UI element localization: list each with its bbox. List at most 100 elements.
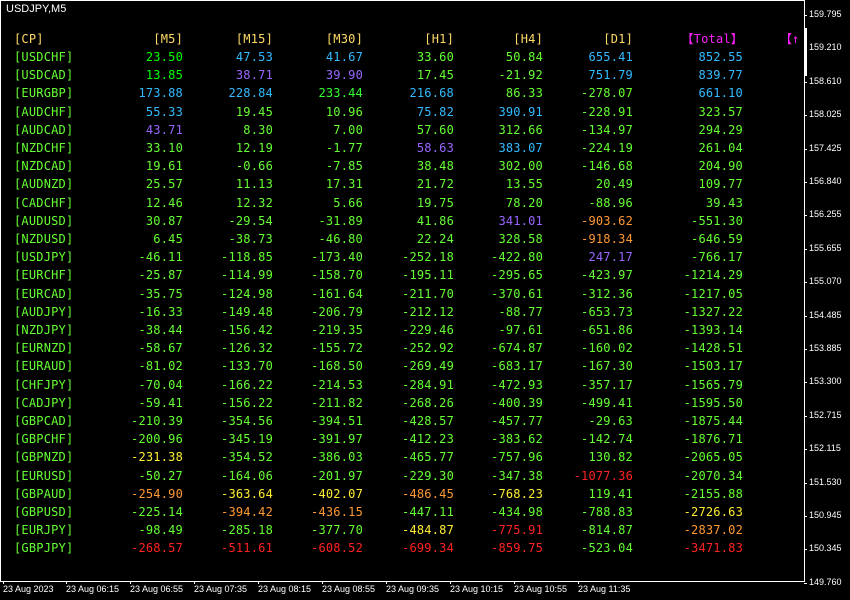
table-row: [USDCAD] 13.85 38.71 39.90 17.45 -21.92 751.79… (1, 66, 806, 84)
price-tick: 153.300 (804, 376, 842, 387)
pair-cell: [AUDJPY] (14, 304, 74, 319)
value-cell-h4: -422.80 (491, 250, 543, 265)
pair-cell: [EURGBP] (14, 86, 74, 101)
table-row: [GBPCAD] -210.39 -354.56 -394.51 -428.57 -457… (1, 412, 806, 430)
value-cell-h4: 341.01 (498, 213, 543, 228)
time-tick: 23 Aug 2023 (3, 581, 54, 594)
value-cell-h4: -775.91 (491, 523, 543, 538)
value-cell-total: -1503.17 (683, 359, 743, 374)
value-cell-h1: -211.70 (402, 286, 454, 301)
value-cell-m30: -214.53 (311, 377, 363, 392)
value-cell-m5: -35.75 (138, 286, 183, 301)
value-cell-m5: 33.10 (145, 141, 183, 155)
value-cell-h1: 17.45 (416, 68, 454, 83)
value-cell-m15: 8.30 (243, 122, 273, 137)
value-cell-m30: -46.80 (318, 232, 363, 246)
value-cell-m15: -133.70 (221, 359, 273, 374)
value-cell-m15: -126.32 (221, 341, 273, 356)
value-cell-h4: -21.92 (498, 68, 543, 83)
price-axis[interactable]: 159.795 159.210 158.610 158.025 157.425 156.8… (804, 0, 850, 587)
pair-cell: [NZDCAD] (14, 159, 74, 174)
value-cell-total: 294.29 (698, 122, 743, 137)
price-tick: 151.530 (804, 476, 842, 487)
value-cell-h1: -484.87 (402, 523, 454, 538)
value-cell-h4: 50.84 (505, 50, 543, 64)
value-cell-m15: -156.42 (221, 323, 273, 337)
value-cell-d1: 247.17 (588, 250, 633, 265)
pair-cell: [GBPUSD] (14, 505, 74, 519)
table-row: [NZDCHF] 33.10 12.19 -1.77 58.63 383.07 -224.1… (1, 139, 806, 157)
table-row: [USDCHF] 23.50 47.53 41.67 33.60 50.84 655.41 8… (1, 48, 806, 66)
table-row: [EURAUD] -81.02 -133.70 -168.50 -269.49 -683.… (1, 357, 806, 375)
header-pair: [CP] (14, 32, 44, 46)
value-cell-h1: -212.12 (402, 304, 454, 319)
table-row: [USDJPY] -46.11 -118.85 -173.40 -252.18 -422.… (1, 248, 806, 266)
value-cell-h1: 57.60 (416, 122, 454, 137)
value-cell-m30: -1.77 (325, 141, 363, 155)
value-cell-h4: 328.58 (498, 232, 543, 246)
table-row: [GBPAUD] -254.90 -363.64 -402.07 -486.45 -768… (1, 485, 806, 503)
chart-area[interactable]: USDJPY,M5 [CP] [M5] [M15] [M30] [H1] [H4… (0, 0, 805, 582)
value-cell-m5: 6.45 (153, 232, 183, 246)
price-tick: 152.715 (804, 409, 842, 420)
value-cell-total: -1217.05 (683, 286, 743, 301)
pair-cell: [CADJPY] (14, 395, 74, 410)
value-cell-m5: 23.50 (145, 50, 183, 64)
value-cell-h4: -757.96 (491, 450, 543, 465)
value-cell-m30: -158.70 (311, 268, 363, 283)
time-tick: 23 Aug 09:35 (386, 581, 440, 594)
value-cell-m15: -38.73 (228, 232, 273, 246)
table-row: [AUDNZD] 25.57 11.13 17.31 21.72 13.55 20.49 10… (1, 175, 806, 193)
value-cell-m5: 30.87 (145, 213, 183, 228)
value-cell-m15: 11.13 (235, 177, 273, 192)
pair-cell: [USDCAD] (14, 68, 74, 83)
header-m5: [M5] (153, 32, 183, 46)
pair-cell: [GBPNZD] (14, 450, 74, 465)
value-cell-h1: 38.48 (416, 159, 454, 174)
pair-cell: [EURJPY] (14, 523, 74, 538)
value-cell-m5: -210.39 (131, 414, 183, 428)
value-cell-h4: 390.91 (498, 104, 543, 119)
pair-cell: [EURAUD] (14, 359, 74, 374)
value-cell-m30: 10.96 (325, 104, 363, 119)
header-h1: [H1] (424, 32, 454, 46)
table-row: [GBPUSD] -225.14 -394.42 -436.15 -447.11 -434… (1, 503, 806, 521)
pair-cell: [AUDNZD] (14, 177, 74, 192)
value-cell-h1: -195.11 (402, 268, 454, 283)
value-cell-m15: -149.48 (221, 304, 273, 319)
value-cell-h4: -683.17 (491, 359, 543, 374)
value-cell-m30: 41.67 (325, 50, 363, 64)
time-axis[interactable]: 23 Aug 2023 23 Aug 06:15 23 Aug 06:55 23 Au… (0, 581, 805, 600)
value-cell-m15: 19.45 (235, 104, 273, 119)
price-tick: 158.025 (804, 109, 842, 120)
value-cell-m30: -436.15 (311, 505, 363, 519)
pair-cell: [USDJPY] (14, 250, 74, 265)
value-cell-m5: -25.87 (138, 268, 183, 283)
value-cell-h4: -400.39 (491, 395, 543, 410)
pair-cell: [AUDCAD] (14, 122, 74, 137)
pair-cell: [GBPAUD] (14, 486, 74, 501)
time-tick: 23 Aug 11:35 (578, 581, 631, 594)
value-cell-d1: 20.49 (595, 177, 633, 192)
value-cell-total: -766.17 (691, 250, 743, 265)
value-cell-h1: 21.72 (416, 177, 454, 192)
value-cell-h4: -768.23 (491, 486, 543, 501)
value-cell-m5: -268.57 (131, 541, 183, 556)
value-cell-h1: 75.82 (416, 104, 454, 119)
value-cell-total: -1565.79 (683, 377, 743, 392)
value-cell-m30: -394.51 (311, 414, 363, 428)
value-cell-d1: -651.86 (581, 323, 633, 337)
value-cell-total: 839.77 (698, 68, 743, 83)
value-cell-total: 261.04 (698, 141, 743, 155)
value-cell-total: -1428.51 (683, 341, 743, 356)
value-cell-d1: -88.96 (588, 195, 633, 210)
price-tick: 157.425 (804, 142, 842, 153)
value-cell-h1: -284.91 (402, 377, 454, 392)
time-tick: 23 Aug 08:55 (322, 581, 376, 594)
value-cell-d1: -903.62 (581, 213, 633, 228)
value-cell-d1: 655.41 (588, 50, 633, 64)
price-tick: 159.210 (804, 42, 842, 53)
value-cell-m30: -377.70 (311, 523, 363, 538)
value-cell-h4: 383.07 (498, 141, 543, 155)
value-cell-d1: -146.68 (581, 159, 633, 174)
